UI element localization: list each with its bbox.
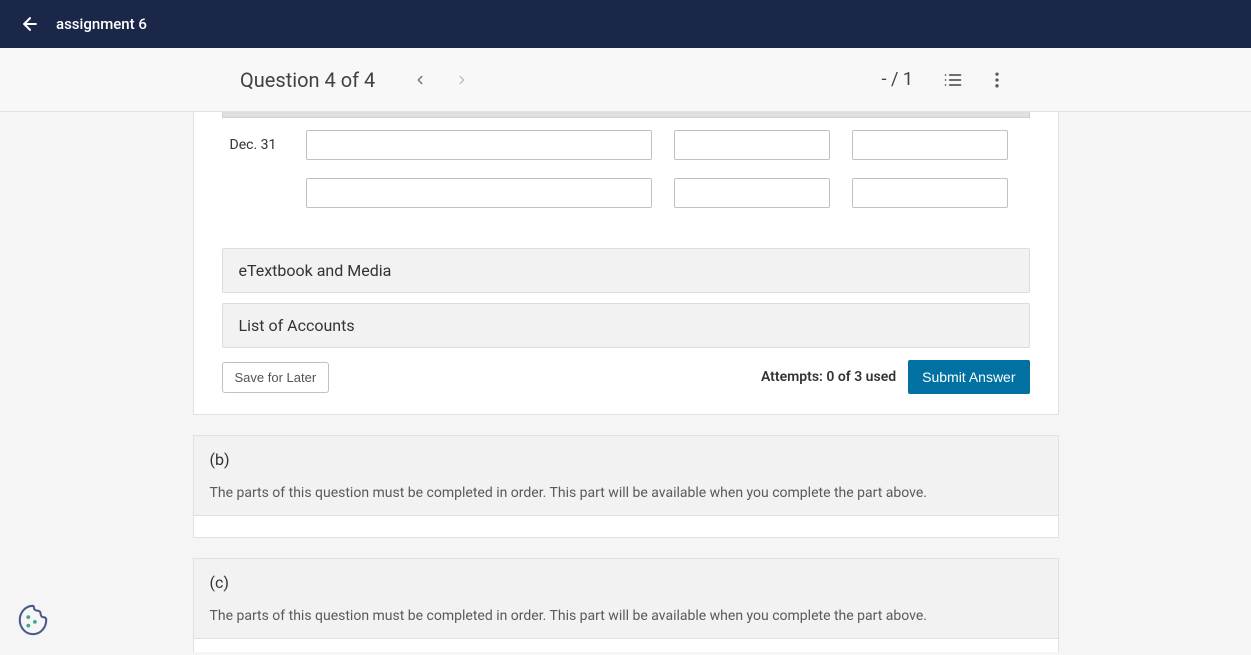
etextbook-accordion[interactable]: eTextbook and Media: [222, 248, 1030, 293]
part-c-message: The parts of this question must be compl…: [194, 608, 1058, 638]
chevron-right-icon: [455, 73, 469, 87]
part-c-label: (c): [210, 573, 1042, 592]
sub-header: Question 4 of 4 - / 1: [0, 48, 1251, 112]
credit-input-1[interactable]: [852, 130, 1008, 160]
content-area: Dec. 31 eTextbook and Media List of Acco…: [0, 112, 1251, 652]
part-b-header: (b): [194, 436, 1058, 485]
action-right: Attempts: 0 of 3 used Submit Answer: [761, 360, 1030, 394]
debit-input-1[interactable]: [674, 130, 830, 160]
content-inner: Dec. 31 eTextbook and Media List of Acco…: [193, 112, 1059, 652]
part-c-locked: (c) The parts of this question must be c…: [194, 559, 1058, 638]
cookie-preferences-button[interactable]: [14, 601, 52, 639]
part-b-label: (b): [210, 450, 1042, 469]
prev-question-button[interactable]: [407, 67, 433, 93]
back-button[interactable]: [20, 14, 40, 34]
more-options-button[interactable]: [983, 66, 1011, 94]
submit-answer-button[interactable]: Submit Answer: [908, 360, 1029, 394]
part-a-card: Dec. 31 eTextbook and Media List of Acco…: [193, 112, 1059, 415]
assignment-title: assignment 6: [56, 15, 147, 33]
account-title-input-2[interactable]: [306, 178, 652, 208]
list-icon: [943, 70, 963, 90]
question-counter: Question 4 of 4: [240, 68, 375, 92]
part-b-body: [194, 515, 1058, 537]
part-b-locked: (b) The parts of this question must be c…: [194, 436, 1058, 515]
question-list-button[interactable]: [939, 66, 967, 94]
more-vertical-icon: [987, 70, 1007, 90]
save-for-later-button[interactable]: Save for Later: [222, 362, 330, 393]
journal-entry-row-1: Dec. 31: [194, 118, 1058, 160]
part-b-message: The parts of this question must be compl…: [194, 485, 1058, 515]
part-b-card: (b) The parts of this question must be c…: [193, 435, 1059, 538]
attempts-text: Attempts: 0 of 3 used: [761, 369, 896, 385]
debit-input-2[interactable]: [674, 178, 830, 208]
entry-date: Dec. 31: [230, 137, 284, 153]
account-title-input-1[interactable]: [306, 130, 652, 160]
chevron-left-icon: [413, 73, 427, 87]
next-question-button[interactable]: [449, 67, 475, 93]
cookie-icon: [16, 603, 50, 637]
sub-header-left: Question 4 of 4: [240, 67, 483, 93]
score-display: - / 1: [882, 69, 913, 90]
top-bar: assignment 6: [0, 0, 1251, 48]
action-row: Save for Later Attempts: 0 of 3 used Sub…: [194, 348, 1058, 414]
journal-entry-row-2: [194, 160, 1058, 208]
accordion-group: eTextbook and Media List of Accounts: [194, 248, 1058, 348]
part-c-body: [194, 638, 1058, 652]
list-of-accounts-accordion[interactable]: List of Accounts: [222, 303, 1030, 348]
arrow-left-icon: [20, 14, 40, 34]
sub-header-right: - / 1: [882, 66, 1011, 94]
part-c-header: (c): [194, 559, 1058, 608]
part-c-card: (c) The parts of this question must be c…: [193, 558, 1059, 652]
credit-input-2[interactable]: [852, 178, 1008, 208]
